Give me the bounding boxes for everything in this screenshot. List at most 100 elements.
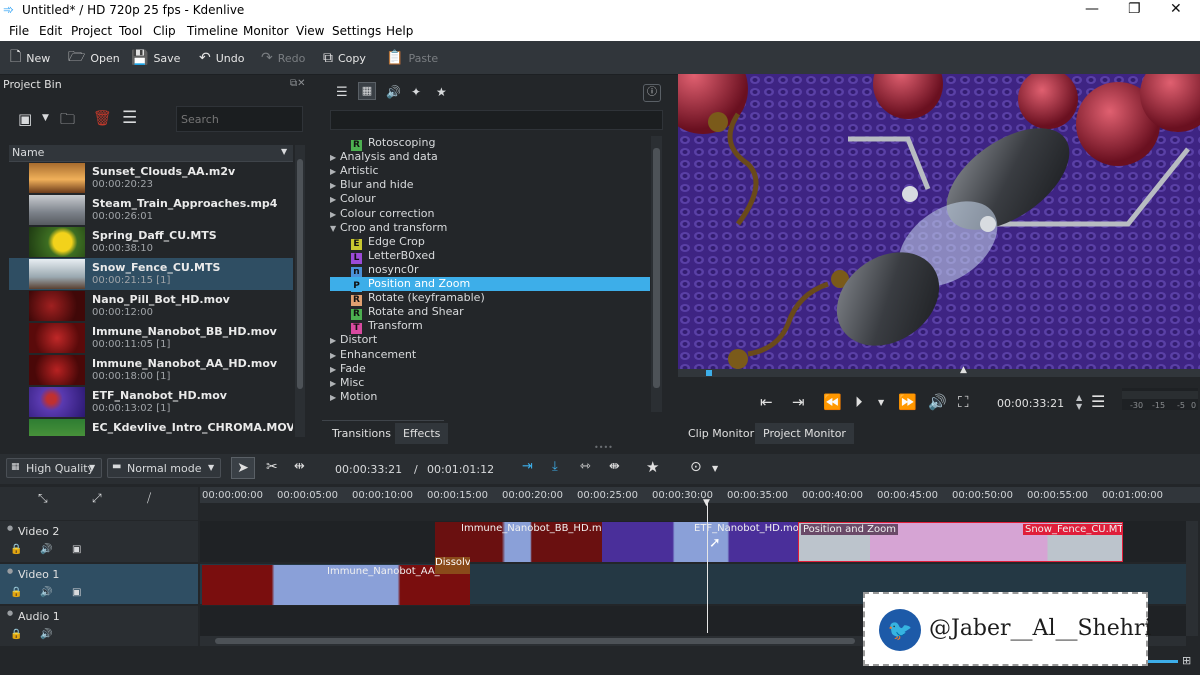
expand-right-icon[interactable]: ▶ [330,365,340,374]
zoom-in-icon[interactable]: ⊞ [1182,654,1191,667]
effect-group-colour[interactable]: ▶ Colour [330,192,376,206]
play-icon[interactable]: ⏵ [855,393,863,411]
add-clip-icon[interactable]: ▣ [18,110,32,128]
effect-item[interactable]: R Rotate and Shear [351,305,464,321]
expand-right-icon[interactable]: ▶ [330,379,340,388]
expand-right-icon[interactable]: ▶ [330,167,340,176]
effects-search-input[interactable] [330,110,663,130]
timeline-clip-selected[interactable]: Position and Zoom Snow_Fence_CU.MTS [798,522,1123,562]
edit-mode-select[interactable]: ▬ Normal mode ▼ [107,458,221,478]
bin-clip-item[interactable]: Immune_Nanobot_BB_HD.mov 00:00:11:05 [1] [9,322,293,354]
track-header-video-2[interactable]: ● Video 2 🔒 🔊 ▣ [0,521,198,562]
timeline-playhead[interactable] [707,503,708,633]
track-target-icon[interactable]: ● [7,609,13,617]
preview-quality-select[interactable]: ▦ High Quality ▼ [6,458,102,478]
bin-clip-item[interactable]: Spring_Daff_CU.MTS 00:00:38:10 [9,226,293,258]
hide-video-icon[interactable]: ▣ [72,587,81,598]
bin-search-input[interactable] [176,106,303,132]
overwrite-icon[interactable]: ⤓ [552,459,558,474]
monitor-timecode[interactable]: 00:00:33:21 [997,397,1064,410]
zoom-slider[interactable] [1148,660,1178,663]
tab-transitions[interactable]: Transitions [332,427,391,440]
video-effects-filter-icon[interactable]: ▦ [358,82,376,100]
effect-item[interactable]: R Rotate (keyframable) [351,291,485,307]
effect-item[interactable]: n nosync0r [351,263,418,278]
tab-project-monitor[interactable]: Project Monitor [755,423,854,444]
effect-item[interactable]: E Edge Crop [351,235,425,250]
bin-clip-item[interactable]: Steam_Train_Approaches.mp4 00:00:26:01 [9,194,293,226]
timeline-position[interactable]: 00:00:33:21 [335,463,402,476]
timeline-clip[interactable]: ETF_Nanobot_HD.mov [602,522,798,562]
chevron-down-icon[interactable]: ▼ [42,113,49,123]
effects-scroll-thumb[interactable] [653,148,660,388]
effect-item[interactable]: R Rotoscoping [351,136,435,151]
bin-column-header[interactable]: Name ▼ [9,145,293,162]
timeline-hscroll-thumb[interactable] [215,638,855,644]
effect-group-analysis-and-data[interactable]: ▶ Analysis and data [330,150,438,164]
delete-icon[interactable]: 🗑 [93,109,112,127]
expand-right-icon[interactable]: ▶ [330,181,340,190]
timeline-clip[interactable]: Immune_Nanobot_AA_H [202,565,470,605]
menu-help[interactable]: Help [386,24,413,38]
expand-right-icon[interactable]: ▶ [330,210,340,219]
timeline-clip[interactable]: Immune_Nanobot_BB_HD.mov [435,522,602,562]
project-monitor-video[interactable] [678,74,1200,369]
menu-timeline[interactable]: Timeline [187,24,238,38]
new-button[interactable]: 🗋 New [10,49,50,67]
restore-icon[interactable]: ❐ [1128,1,1141,17]
razor-tool-icon[interactable]: ✂ [266,459,278,475]
expand-right-icon[interactable]: ▶ [330,351,340,360]
lock-icon[interactable]: 🔒 [10,544,22,555]
bin-clip-item[interactable]: Sunset_Clouds_AA.m2v 00:00:20:23 [9,162,293,194]
effect-item[interactable]: L LetterB0xed [351,249,435,264]
favorite-effects-star-icon[interactable]: ★ [436,85,447,99]
bin-clip-item[interactable]: EC_Kdevlive_Intro_CHROMA.MOV [9,418,293,436]
close-icon[interactable]: ✕ [1170,1,1182,17]
expand-down-icon[interactable]: ▼ [330,224,340,233]
fit-zoom-icon[interactable]: ⤡ [38,491,48,506]
custom-effects-filter-icon[interactable]: ✦ [411,85,421,99]
effect-group-artistic[interactable]: ▶ Artistic [330,164,379,178]
rewind-icon[interactable]: ⏪ [823,393,842,411]
hide-video-icon[interactable]: ▣ [72,544,81,555]
expand-right-icon[interactable]: ▶ [330,153,340,162]
add-folder-icon[interactable]: 🗀 [60,109,75,134]
undo-button[interactable]: ↶ Undo [199,49,244,67]
timecode-spin-icon[interactable]: ▲ ▼ [1076,393,1082,411]
lock-icon[interactable]: 🔒 [10,629,22,640]
monitor-zone-marker[interactable] [706,370,712,376]
selection-tool-icon[interactable]: ➤ [231,457,255,479]
bin-clip-item[interactable]: Immune_Nanobot_AA_HD.mov 00:00:18:00 [1] [9,354,293,386]
menu-file[interactable]: File [9,24,29,38]
zoom-track-icon[interactable]: ⤢ [92,491,102,506]
track-header-audio-1[interactable]: ● Audio 1 🔒 🔊 [0,606,198,646]
favorite-star-icon[interactable]: ★ [646,458,659,476]
playhead-marker[interactable]: ▼ [703,498,710,508]
menu-edit[interactable]: Edit [39,24,62,38]
effect-item[interactable]: T Transform [351,319,423,335]
effect-group-enhancement[interactable]: ▶ Enhancement [330,348,416,362]
menu-monitor[interactable]: Monitor [243,24,289,38]
bin-scrollbar[interactable] [295,145,305,437]
fullscreen-icon[interactable]: ⛶ [958,393,969,411]
open-button[interactable]: 🗁 Open [68,49,120,67]
effect-group-fade[interactable]: ▶ Fade [330,362,366,376]
effect-group-motion[interactable]: ▶ Motion [330,390,377,404]
set-zone-in-icon[interactable]: ⇤ [760,393,773,411]
extract-icon[interactable]: ⇿ [580,459,591,474]
mute-icon[interactable]: 🔊 [40,544,52,555]
lock-icon[interactable]: 🔒 [10,587,22,598]
snap-icon[interactable]: ⧸ [147,491,151,506]
menu-view[interactable]: View [296,24,324,38]
menu-project[interactable]: Project [71,24,112,38]
tab-effects[interactable]: Effects [395,423,449,444]
monitor-menu-icon[interactable]: ☰ [1091,392,1105,411]
effect-group-crop-and-transform[interactable]: ▼ Crop and transform [330,221,447,235]
info-icon[interactable]: ⓘ [643,84,661,102]
track-target-icon[interactable]: ● [7,524,13,532]
monitor-playhead-marker[interactable]: ▲ [960,365,967,375]
effect-group-misc[interactable]: ▶ Misc [330,376,364,390]
save-button[interactable]: 💾 Save [131,49,180,67]
menu-clip[interactable]: Clip [153,24,176,38]
expand-right-icon[interactable]: ▶ [330,336,340,345]
